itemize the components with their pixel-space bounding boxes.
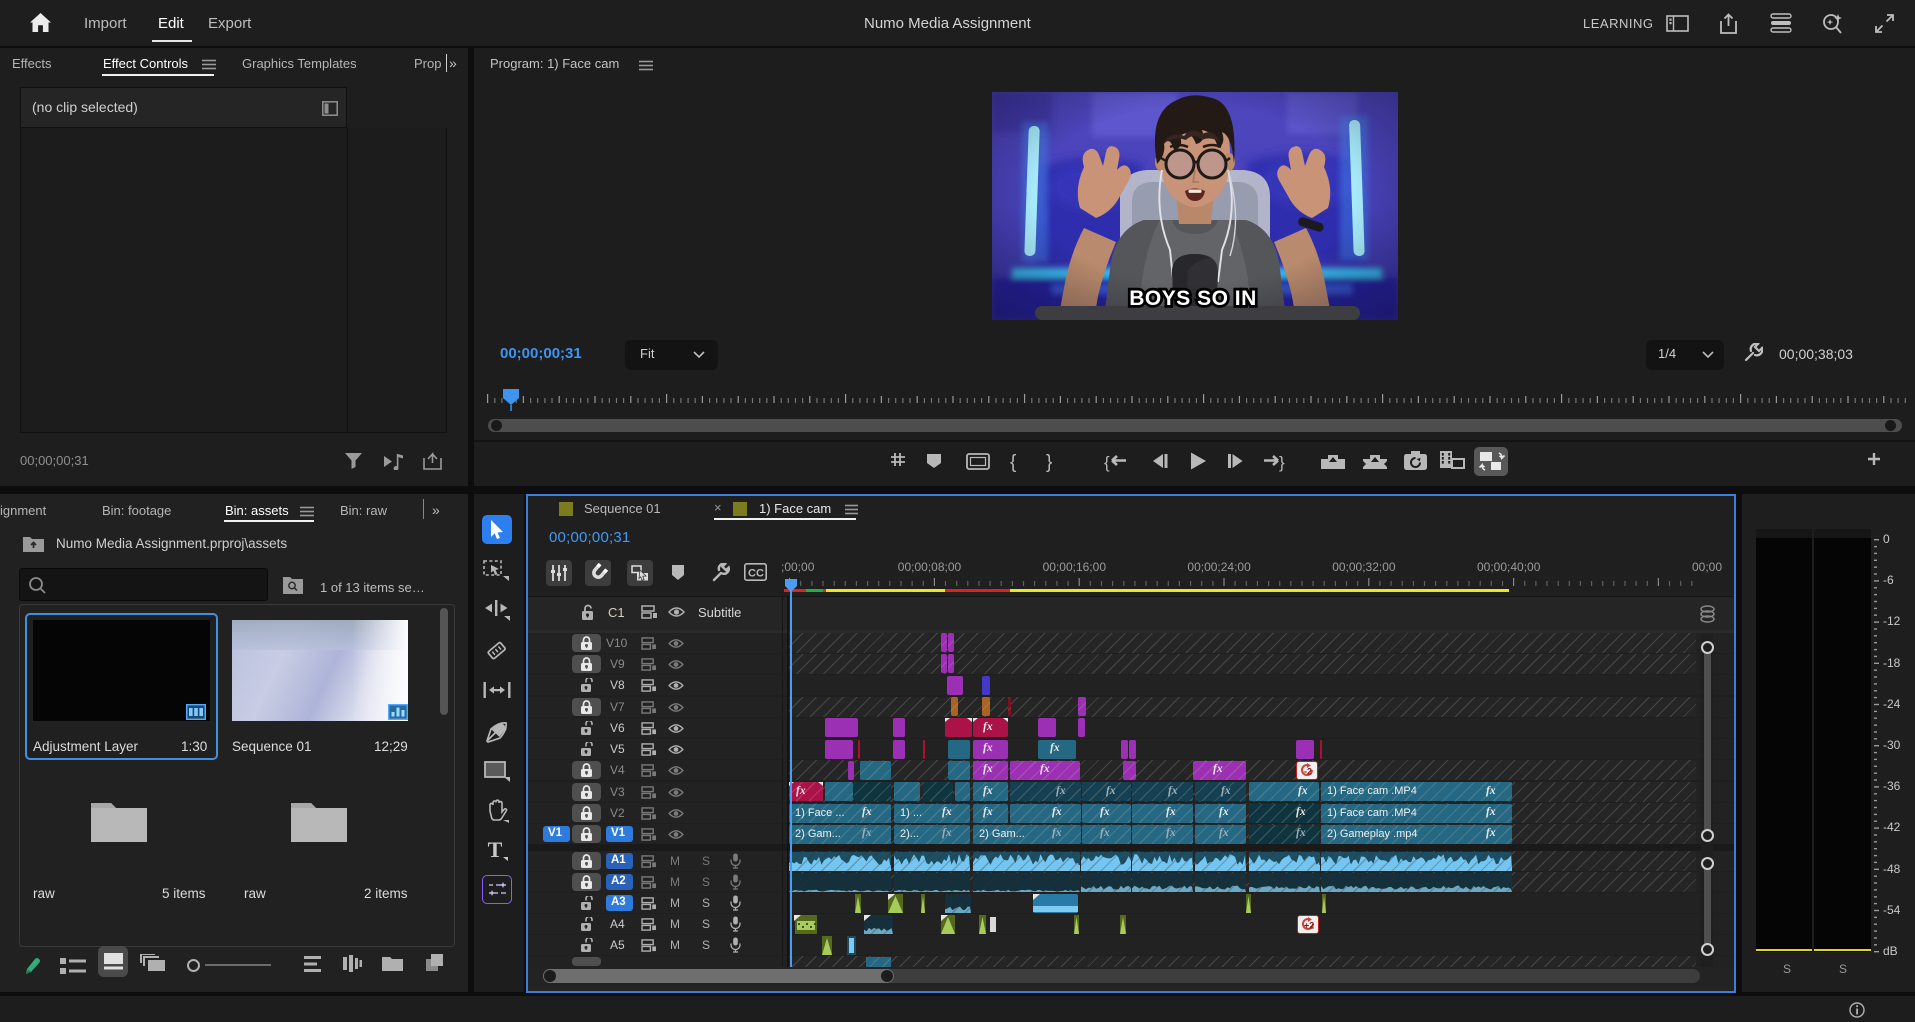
svg-text:{: { xyxy=(1010,452,1017,473)
svg-text:-2: -2 xyxy=(1304,767,1312,777)
svg-text:}: } xyxy=(1279,453,1285,472)
svg-text:{: { xyxy=(1104,453,1110,472)
svg-text:}: } xyxy=(1046,452,1052,473)
svg-text:+2: +2 xyxy=(1304,921,1314,931)
svg-text:BOYS SO IN: BOYS SO IN xyxy=(1129,287,1257,310)
svg-text:T: T xyxy=(488,840,503,862)
